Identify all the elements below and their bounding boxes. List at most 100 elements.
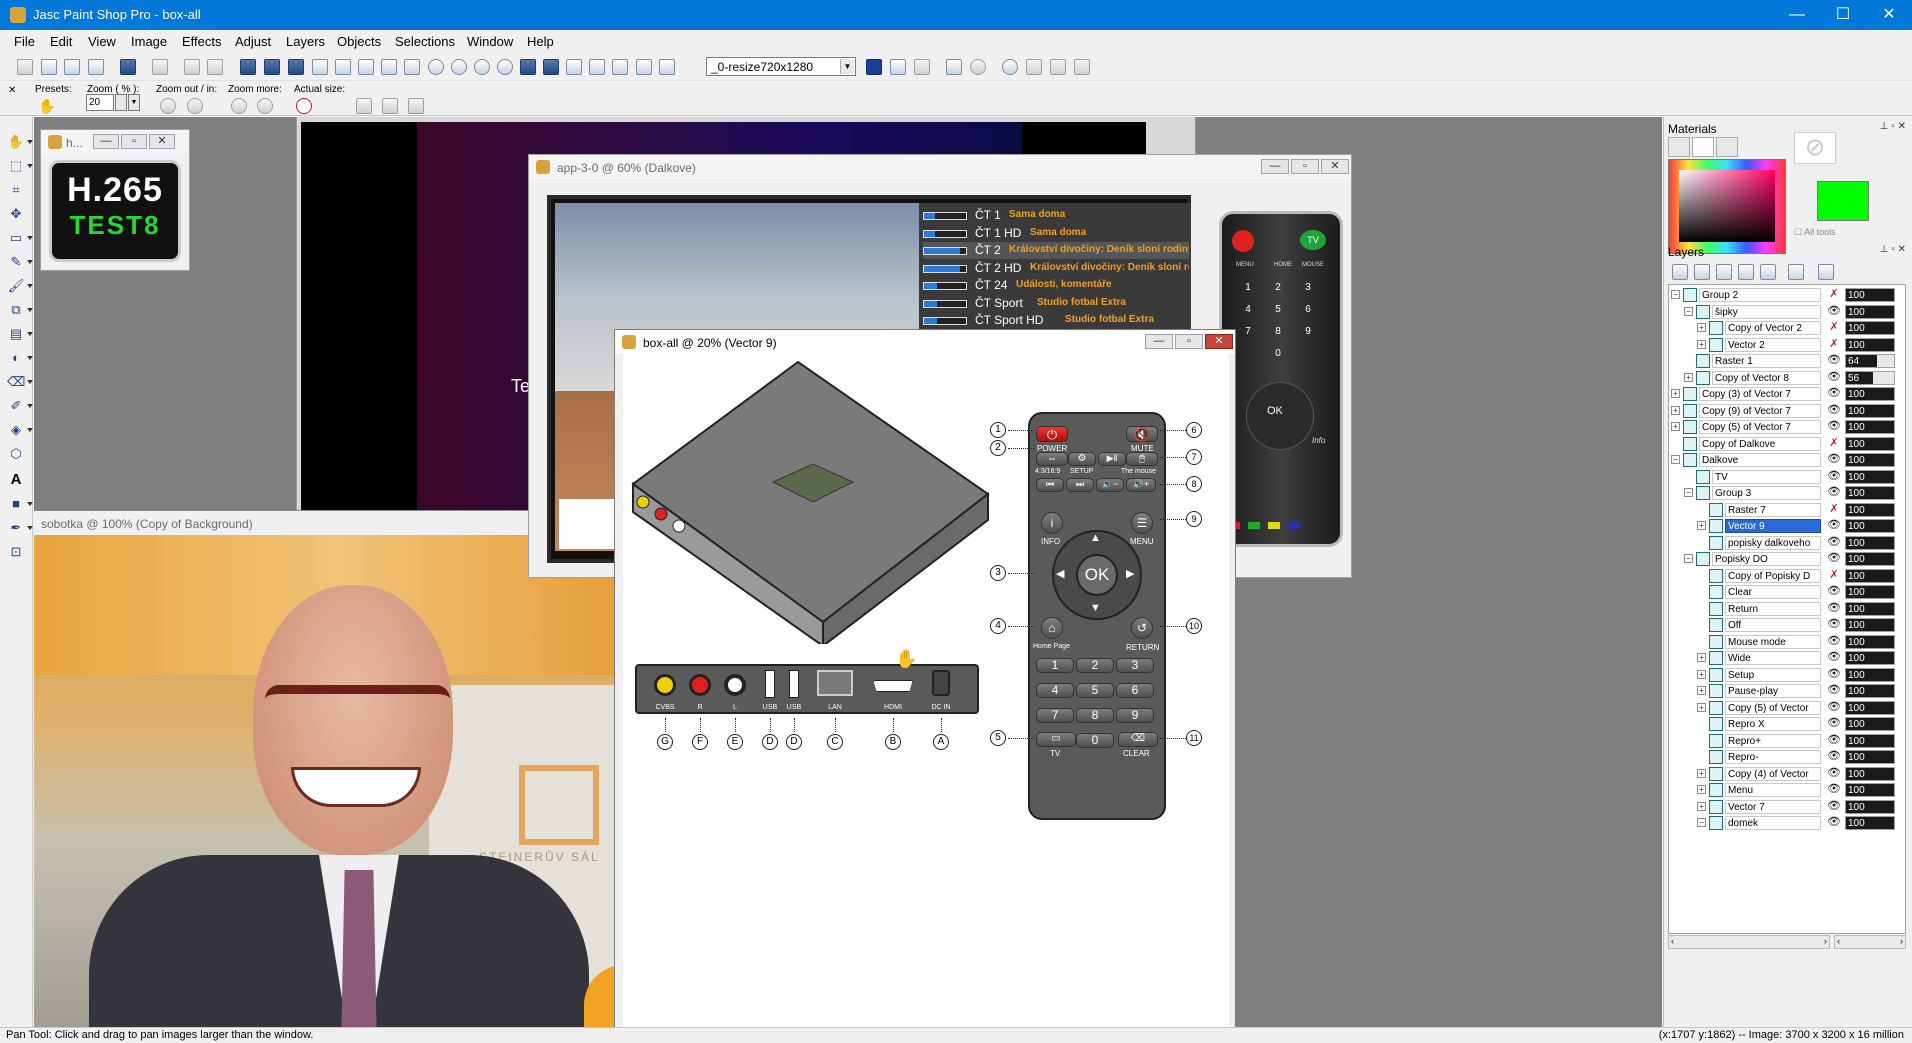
doc-close-button[interactable]: ✕: [149, 134, 175, 149]
close-options-icon[interactable]: ✕: [8, 85, 16, 96]
small-key-0[interactable]: 0: [1270, 348, 1286, 362]
hidden-eye-icon[interactable]: ✗: [1826, 503, 1842, 516]
menu-image[interactable]: Image: [131, 34, 167, 49]
rotate-icon[interactable]: [404, 59, 420, 75]
open-file-icon[interactable]: [41, 59, 57, 75]
menu-help[interactable]: Help: [527, 34, 554, 49]
shape-tool-icon[interactable]: ■: [7, 495, 33, 513]
layer-name[interactable]: Copy (9) of Vector 7: [1699, 403, 1821, 418]
layer-opacity-slider[interactable]: 100: [1845, 387, 1895, 401]
hidden-eye-icon[interactable]: ✗: [1826, 569, 1842, 582]
layer-expander[interactable]: +: [1697, 785, 1706, 794]
layer-name[interactable]: Group 2: [1699, 288, 1821, 302]
ok-button[interactable]: OK: [1076, 554, 1118, 596]
home-button[interactable]: ⌂: [1041, 617, 1063, 639]
channel-row[interactable]: ČT 24 Události, komentáře: [923, 277, 1189, 294]
layer-opacity-slider[interactable]: 100: [1845, 816, 1895, 830]
small-key-9[interactable]: 9: [1300, 326, 1316, 340]
layer-opacity-slider[interactable]: 100: [1845, 799, 1895, 814]
doc-close-button[interactable]: ✕: [1205, 334, 1233, 349]
layer-opacity-slider[interactable]: 64: [1845, 354, 1895, 368]
layer-name[interactable]: Setup: [1725, 667, 1821, 682]
layer-opacity-slider[interactable]: 100: [1845, 733, 1895, 748]
layer-expander[interactable]: +: [1671, 389, 1680, 398]
layer-opacity-slider[interactable]: 56: [1845, 370, 1895, 385]
edit-layer-icon[interactable]: [1818, 264, 1834, 280]
layer-name[interactable]: Vector 7: [1725, 799, 1821, 814]
layer-opacity-slider[interactable]: 100: [1845, 436, 1895, 451]
tv-button[interactable]: ▭: [1036, 732, 1076, 747]
layer-name[interactable]: Vector 9: [1725, 519, 1821, 533]
small-key-8[interactable]: 8: [1270, 326, 1286, 340]
mirror-icon[interactable]: [381, 59, 397, 75]
return-button[interactable]: ↺: [1131, 617, 1153, 639]
number-key-5[interactable]: 5: [1076, 683, 1114, 698]
volume-up-button[interactable]: 🔊+: [1126, 478, 1156, 492]
foreground-swatch[interactable]: [1817, 181, 1869, 221]
zoom-spinner[interactable]: [115, 94, 127, 111]
script-toggle-icon[interactable]: [890, 59, 906, 75]
layer-opacity-slider[interactable]: 100: [1845, 651, 1895, 665]
move-tool-icon[interactable]: ✥: [7, 205, 25, 223]
box-all-canvas[interactable]: ✋ ⏻ POWER 🔇 MUTE ⇔ 4:3/16:9 ⚙ SETUP ▶‖ 🖱…: [623, 354, 1229, 1027]
color-picker-frame[interactable]: [1668, 159, 1786, 254]
layer-name[interactable]: Copy of Dalkove: [1699, 436, 1821, 451]
doc-minimize-button[interactable]: —: [1261, 159, 1289, 174]
menu-view[interactable]: View: [88, 34, 116, 49]
eraser-tool-icon[interactable]: ⌫: [7, 373, 33, 391]
small-key-4[interactable]: 4: [1240, 304, 1256, 318]
print-icon[interactable]: [152, 59, 168, 75]
play-pause-button[interactable]: ▶‖: [1098, 452, 1126, 466]
info-button[interactable]: i: [1041, 512, 1063, 534]
layer-expander[interactable]: −: [1684, 488, 1693, 497]
materials-tab-frame[interactable]: [1668, 137, 1690, 157]
eye-icon[interactable]: 👁: [1826, 305, 1842, 318]
eye-icon[interactable]: 👁: [1826, 536, 1842, 549]
layer-opacity-slider[interactable]: 100: [1845, 684, 1895, 698]
layer-name[interactable]: domek: [1725, 816, 1821, 830]
volume-down-button[interactable]: 🔉−: [1096, 478, 1124, 492]
rotate-left-icon[interactable]: [428, 59, 444, 75]
menu-edit[interactable]: Edit: [50, 34, 72, 49]
materials-panel-buttons[interactable]: ⊥ ▫ ✕: [1880, 121, 1906, 132]
paint-bucket-tool-icon[interactable]: ⬡: [7, 445, 25, 463]
number-key-4[interactable]: 4: [1036, 683, 1074, 698]
redo-icon[interactable]: [207, 59, 223, 75]
dodge-tool-icon[interactable]: ◐: [7, 349, 33, 367]
color-picker-square[interactable]: [1679, 170, 1775, 242]
layer-expander[interactable]: +: [1697, 323, 1706, 332]
histogram-icon[interactable]: [589, 59, 605, 75]
layer-expander[interactable]: −: [1697, 818, 1706, 827]
eye-icon[interactable]: 👁: [1826, 404, 1842, 417]
layer-name[interactable]: Return: [1725, 601, 1821, 616]
hidden-eye-icon[interactable]: ✗: [1826, 321, 1842, 334]
stop-icon[interactable]: [1050, 59, 1066, 75]
channel-row[interactable]: ČT 1 HD Sama doma: [923, 225, 1189, 242]
dpad-left-icon[interactable]: ◀: [1056, 567, 1064, 580]
number-key-0[interactable]: 0: [1076, 733, 1114, 748]
doc-maximize-button[interactable]: ▫: [121, 134, 147, 149]
maximize-button[interactable]: ☐: [1820, 0, 1866, 30]
layer-expander[interactable]: +: [1671, 405, 1680, 415]
eye-icon[interactable]: 👁: [1826, 717, 1842, 730]
layer-expander[interactable]: +: [1697, 669, 1706, 679]
effect-icon[interactable]: [474, 59, 490, 75]
layer-expander[interactable]: +: [1697, 521, 1706, 530]
layer-name[interactable]: Copy of Vector 8: [1712, 370, 1821, 385]
clone-tool-icon[interactable]: ⧉: [7, 301, 33, 319]
layer-name[interactable]: Copy (5) of Vector: [1725, 700, 1821, 715]
flood-fill-tool-icon[interactable]: ◈: [7, 421, 33, 439]
layer-expander[interactable]: −: [1671, 290, 1680, 299]
paste-new-image-icon[interactable]: [312, 59, 328, 75]
pan-tool-icon[interactable]: ✋: [7, 133, 33, 151]
eye-icon[interactable]: 👁: [1826, 750, 1842, 763]
layer-name[interactable]: Raster 1: [1712, 354, 1821, 368]
document-window-h265[interactable]: h... — ▫ ✕ H.265 TEST8: [40, 129, 190, 271]
layer-name[interactable]: Repro+: [1725, 733, 1821, 748]
eye-icon[interactable]: 👁: [1826, 701, 1842, 714]
mute-button[interactable]: 🔇: [1126, 426, 1158, 442]
channel-row[interactable]: ČT Sport Studio fotbal Extra: [923, 295, 1189, 312]
layer-expander[interactable]: +: [1697, 339, 1706, 349]
fit-window-icon[interactable]: [356, 98, 372, 114]
eye-icon[interactable]: 👁: [1826, 684, 1842, 697]
